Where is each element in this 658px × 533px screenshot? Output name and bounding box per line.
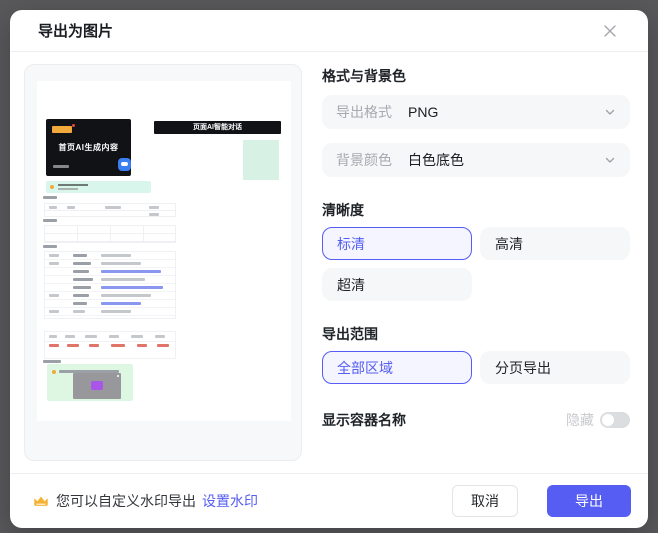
export-image-dialog: 导出为图片 首页AI生成内容 页面AI智能对话	[10, 10, 648, 528]
preview-table-small	[44, 203, 176, 217]
dialog-footer: 您可以自定义水印导出 设置水印 取消 导出	[10, 473, 648, 528]
export-format-value: PNG	[408, 104, 438, 120]
background-color-label: 背景颜色	[336, 150, 408, 170]
export-button[interactable]: 导出	[547, 485, 631, 517]
range-option-paged[interactable]: 分页导出	[480, 351, 630, 384]
preview-table-detail	[44, 251, 176, 319]
preview-hero-subtext	[53, 165, 69, 168]
container-name-toggle[interactable]	[600, 412, 630, 428]
preview-hero-title: 首页AI生成内容	[46, 143, 131, 153]
brand-logo	[52, 126, 72, 133]
crown-icon	[32, 492, 50, 510]
preview-hero-card: 首页AI生成内容	[46, 119, 131, 176]
format-section-title: 格式与背景色	[322, 68, 630, 85]
preview-screenshot-thumb	[73, 373, 121, 399]
preview-label-dash	[43, 245, 57, 248]
range-option-all[interactable]: 全部区域	[322, 351, 472, 384]
range-options: 全部区域 分页导出	[322, 351, 630, 384]
container-name-label: 显示容器名称	[322, 412, 406, 429]
export-settings: 格式与背景色 导出格式 PNG 背景颜色 白色底色 清晰度 标清 高清 超清 导…	[322, 64, 630, 430]
toggle-knob	[602, 414, 614, 426]
preview-note-bar	[46, 181, 151, 193]
clarity-option-sd[interactable]: 标清	[322, 227, 472, 260]
clarity-options: 标清 高清 超清	[322, 227, 630, 301]
clarity-option-hd[interactable]: 高清	[480, 227, 630, 260]
chevron-down-icon	[604, 106, 616, 118]
mascot-icon	[118, 158, 131, 171]
toggle-state-label: 隐藏	[566, 410, 594, 430]
preview-topic-bar: 页面AI智能对话	[154, 121, 281, 134]
export-format-select[interactable]: 导出格式 PNG	[322, 95, 630, 129]
preview-table-highlight	[44, 331, 176, 359]
clarity-section-title: 清晰度	[322, 202, 630, 219]
set-watermark-link[interactable]: 设置水印	[202, 491, 258, 511]
container-name-row: 显示容器名称 隐藏	[322, 410, 630, 430]
cancel-button[interactable]: 取消	[452, 485, 518, 517]
preview-table-grid	[44, 225, 176, 243]
close-icon[interactable]	[600, 21, 620, 41]
background-color-value: 白色底色	[408, 150, 464, 170]
preview-callout-panel	[47, 364, 133, 401]
range-section-title: 导出范围	[322, 326, 630, 343]
dialog-title: 导出为图片	[38, 20, 113, 41]
preview-mint-block	[243, 140, 279, 180]
preview-label-dash	[43, 360, 61, 363]
background-color-select[interactable]: 背景颜色 白色底色	[322, 143, 630, 177]
clarity-option-uhd[interactable]: 超清	[322, 268, 472, 301]
preview-label-dash	[43, 219, 57, 222]
dialog-header: 导出为图片	[10, 10, 648, 52]
preview-label-dash	[43, 196, 57, 199]
export-preview-panel: 首页AI生成内容 页面AI智能对话	[24, 64, 302, 461]
chevron-down-icon	[604, 154, 616, 166]
watermark-hint-text: 您可以自定义水印导出	[56, 491, 196, 511]
export-format-label: 导出格式	[336, 102, 408, 122]
